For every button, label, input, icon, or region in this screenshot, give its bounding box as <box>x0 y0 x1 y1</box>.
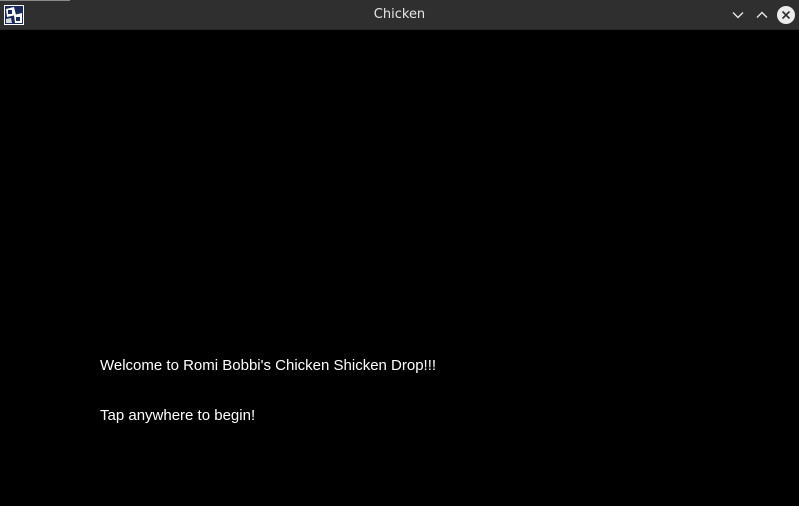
window-title: Chicken <box>373 7 426 22</box>
chevron-up-icon <box>756 11 768 18</box>
title-bar-accent <box>0 0 70 1</box>
app-window: Chicken Welcome to Romi Bobbi's Chicken … <box>0 0 799 506</box>
close-icon <box>781 10 791 20</box>
start-instruction: Tap anywhere to begin! <box>100 407 256 424</box>
title-bar[interactable]: Chicken <box>0 0 799 30</box>
game-canvas[interactable]: Welcome to Romi Bobbi's Chicken Shicken … <box>0 30 799 506</box>
minimize-button[interactable] <box>728 5 748 25</box>
welcome-message: Welcome to Romi Bobbi's Chicken Shicken … <box>100 357 437 374</box>
chevron-down-icon <box>732 12 744 19</box>
close-button-circle <box>777 6 795 24</box>
close-button[interactable] <box>776 5 796 25</box>
maximize-button[interactable] <box>752 5 772 25</box>
app-icon[interactable] <box>4 5 24 25</box>
